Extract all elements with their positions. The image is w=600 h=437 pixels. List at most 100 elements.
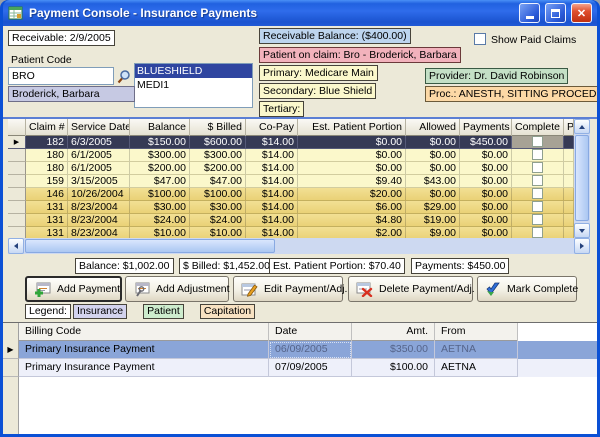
claims-cell-allowed: $0.00: [406, 136, 460, 149]
claims-column-header-7[interactable]: Payments: [460, 119, 512, 136]
claims-cell-claim: 159: [26, 175, 68, 188]
claims-cell-balance: $300.00: [130, 149, 190, 162]
selected-row-arrow[interactable]: ▶: [8, 136, 26, 149]
payments-column-header-2[interactable]: Amt.: [352, 323, 435, 341]
row-selector-cell[interactable]: [8, 175, 26, 188]
close-button[interactable]: ✕: [571, 3, 592, 23]
payment-row-0[interactable]: ▶Primary Insurance Payment06/09/2005$350…: [3, 341, 597, 359]
partial-column-cell: [564, 188, 574, 201]
add-adjustment-button[interactable]: Add Adjustment: [125, 276, 229, 302]
plan-item-blueshield[interactable]: BLUESHIELD: [135, 64, 252, 78]
row-selector-cell[interactable]: [8, 201, 26, 214]
claims-cell-balance: $47.00: [130, 175, 190, 188]
claims-row-6[interactable]: 1318/23/2004$24.00$24.00$14.00$4.80$19.0…: [8, 214, 574, 227]
complete-checkbox[interactable]: [532, 136, 543, 147]
procedure-box: Proc.: ANESTH, SITTING PROCEDURE: [425, 86, 597, 102]
payments-column-header-1[interactable]: Date: [269, 323, 352, 341]
claims-row-0[interactable]: ▶1826/3/2005$150.00$600.00$14.00$0.00$0.…: [8, 136, 574, 149]
claims-cell-service_date: 8/23/2004: [68, 227, 130, 238]
vertical-scroll-thumb[interactable]: [575, 135, 589, 221]
complete-checkbox[interactable]: [532, 162, 543, 173]
arrow-left-icon: [14, 243, 18, 249]
claims-column-header-0[interactable]: Claim #: [26, 119, 68, 136]
claims-cell-billed: $30.00: [190, 201, 246, 214]
complete-cell: [512, 214, 564, 227]
row-selector-cell[interactable]: [8, 162, 26, 175]
minimize-button[interactable]: [519, 3, 540, 23]
client-area: Receivable: 2/9/2005 Receivable Balance:…: [3, 26, 597, 434]
claims-row-7[interactable]: 1318/23/2004$10.00$10.00$14.00$2.00$9.00…: [8, 227, 574, 238]
claims-cell-claim: 180: [26, 149, 68, 162]
claims-column-header-2[interactable]: Balance: [130, 119, 190, 136]
claims-column-header-3[interactable]: $ Billed: [190, 119, 246, 136]
claims-row-1[interactable]: 1806/1/2005$300.00$300.00$14.00$0.00$0.0…: [8, 149, 574, 162]
payments-column-header-0[interactable]: Billing Code: [19, 323, 269, 341]
row-selector-cell[interactable]: [8, 188, 26, 201]
scroll-right-button[interactable]: [574, 238, 590, 254]
claims-horizontal-scrollbar[interactable]: [8, 238, 590, 254]
mark-complete-button[interactable]: Mark Complete: [477, 276, 577, 302]
scroll-up-button[interactable]: [574, 119, 590, 134]
complete-checkbox[interactable]: [532, 175, 543, 186]
horizontal-scroll-thumb[interactable]: [25, 239, 275, 253]
partial-column-cell: [564, 149, 574, 162]
complete-checkbox[interactable]: [532, 149, 543, 160]
payments-grid: Billing CodeDateAmt.From ▶Primary Insura…: [3, 322, 597, 434]
claims-cell-billed: $200.00: [190, 162, 246, 175]
edit-payment-button[interactable]: Edit Payment/Adj.: [233, 276, 343, 302]
payments-grid-header[interactable]: Billing CodeDateAmt.From: [19, 323, 518, 341]
payments-column-header-3[interactable]: From: [435, 323, 518, 341]
window-title: Payment Console - Insurance Payments: [29, 6, 514, 20]
claims-column-header-4[interactable]: Co-Pay: [246, 119, 298, 136]
maximize-button[interactable]: [545, 3, 566, 23]
claims-grid-header[interactable]: Claim #Service DateBalance$ BilledCo-Pay…: [8, 119, 590, 136]
claims-row-5[interactable]: 1318/23/2004$30.00$30.00$14.00$6.00$29.0…: [8, 201, 574, 214]
partial-column-cell: [564, 175, 574, 188]
claims-cell-allowed: $0.00: [406, 149, 460, 162]
patient-code-input[interactable]: BRO: [8, 67, 114, 85]
claims-row-4[interactable]: 14610/26/2004$100.00$100.00$14.00$20.00$…: [8, 188, 574, 201]
claims-cell-service_date: 6/1/2005: [68, 162, 130, 175]
legend-label: Legend:: [25, 304, 71, 319]
patient-search-button[interactable]: [115, 67, 132, 85]
claims-vertical-scrollbar[interactable]: [574, 119, 590, 238]
claims-cell-billed: $24.00: [190, 214, 246, 227]
plan-item-medi1[interactable]: MEDI1: [135, 78, 252, 92]
show-paid-claims-field[interactable]: Show Paid Claims: [474, 33, 576, 46]
claims-column-header-9[interactable]: P: [564, 119, 574, 136]
payment-row-1[interactable]: Primary Insurance Payment07/09/2005$100.…: [3, 359, 597, 377]
show-paid-claims-checkbox[interactable]: [474, 33, 486, 45]
claims-cell-service_date: 6/3/2005: [68, 136, 130, 149]
row-selector-cell[interactable]: [8, 214, 26, 227]
titlebar[interactable]: Payment Console - Insurance Payments ✕: [3, 0, 597, 26]
complete-checkbox[interactable]: [532, 188, 543, 199]
claims-column-header-6[interactable]: Allowed: [406, 119, 460, 136]
claims-cell-est_patient: $0.00: [298, 136, 406, 149]
claims-cell-service_date: 3/15/2005: [68, 175, 130, 188]
claims-cell-service_date: 10/26/2004: [68, 188, 130, 201]
claims-cell-claim: 180: [26, 162, 68, 175]
scroll-left-button[interactable]: [8, 238, 24, 254]
arrow-right-icon: [580, 243, 584, 249]
claims-column-header-5[interactable]: Est. Patient Portion: [298, 119, 406, 136]
scroll-down-button[interactable]: [574, 223, 590, 238]
complete-checkbox[interactable]: [532, 227, 543, 238]
legend-chip-patient: Patient: [143, 304, 184, 319]
insurance-plan-list[interactable]: BLUESHIELDMEDI1: [134, 63, 253, 108]
claims-column-header-8[interactable]: Complete: [512, 119, 564, 136]
complete-checkbox[interactable]: [532, 214, 543, 225]
delete-payment-button[interactable]: Delete Payment/Adj.: [348, 276, 473, 302]
selected-payment-row-arrow[interactable]: ▶: [3, 341, 19, 359]
claims-cell-copay: $14.00: [246, 227, 298, 238]
claims-column-header-1[interactable]: Service Date: [68, 119, 130, 136]
row-selector-cell[interactable]: [8, 227, 26, 238]
payment-console-window: Payment Console - Insurance Payments ✕ R…: [0, 0, 600, 437]
claims-row-3[interactable]: 1593/15/2005$47.00$47.00$14.00$9.40$43.0…: [8, 175, 574, 188]
row-selector-cell[interactable]: [8, 149, 26, 162]
claims-cell-billed: $300.00: [190, 149, 246, 162]
complete-checkbox[interactable]: [532, 201, 543, 212]
add-payment-button[interactable]: Add Payment: [25, 276, 122, 302]
claims-row-2[interactable]: 1806/1/2005$200.00$200.00$14.00$0.00$0.0…: [8, 162, 574, 175]
claims-cell-copay: $14.00: [246, 136, 298, 149]
payment-row-selector-cell[interactable]: [3, 359, 19, 377]
